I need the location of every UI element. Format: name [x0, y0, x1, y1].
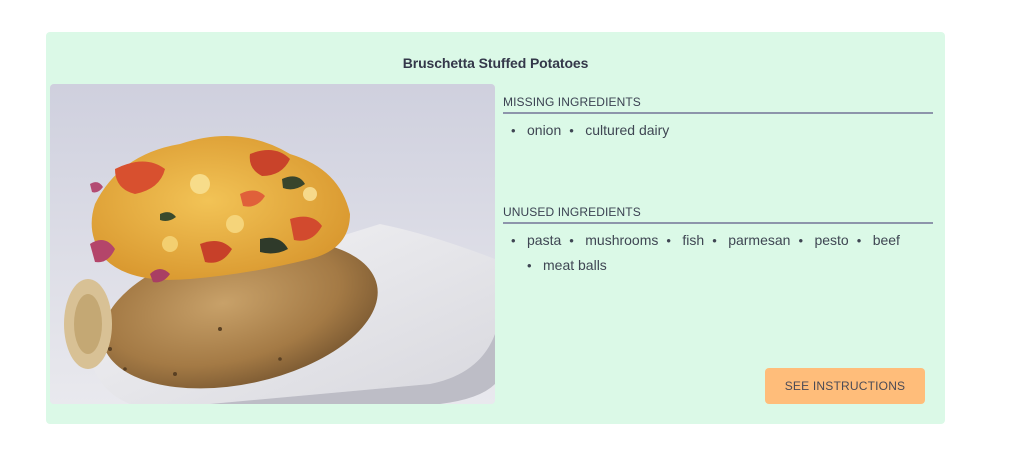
ingredient-name: parmesan — [728, 232, 791, 248]
bullet-icon: • — [511, 233, 516, 248]
ingredient-name: pesto — [814, 232, 849, 248]
ingredient-name: pasta — [527, 232, 562, 248]
bullet-icon: • — [569, 123, 574, 138]
ingredient-name: fish — [682, 232, 705, 248]
bullet-icon: • — [712, 233, 717, 248]
bullet-icon: • — [569, 233, 574, 248]
unused-ingredients-heading: UNUSED INGREDIENTS — [503, 205, 933, 224]
list-item: • meat balls — [527, 253, 607, 278]
recipe-photo — [50, 84, 495, 404]
list-item: • pasta — [511, 228, 561, 253]
list-item: • pesto — [798, 228, 848, 253]
list-item: • onion — [511, 118, 561, 143]
ingredient-name: cultured dairy — [585, 122, 670, 138]
bullet-icon: • — [511, 123, 516, 138]
unused-ingredients-section: UNUSED INGREDIENTS • pasta • mushrooms • fi… — [503, 205, 933, 278]
bullet-icon: • — [798, 233, 804, 248]
missing-ingredients-section: MISSING INGREDIENTS • onion • cultured dai… — [503, 95, 933, 143]
bullet-icon: • — [856, 233, 862, 248]
bullet-icon: • — [666, 233, 671, 248]
ingredient-name: meat balls — [543, 257, 607, 273]
list-item: • parmesan — [712, 228, 790, 253]
list-item: • fish — [666, 228, 704, 253]
unused-ingredients-list: • pasta • mushrooms • fish • parmesan • pesto… — [503, 228, 931, 278]
list-item: • beef — [857, 228, 900, 253]
ingredient-name: onion — [527, 122, 562, 138]
bullet-icon: • — [527, 258, 532, 273]
missing-ingredients-heading: MISSING INGREDIENTS — [503, 95, 933, 114]
stuffed-potato-image — [50, 84, 495, 404]
recipe-title: Bruschetta Stuffed Potatoes — [402, 55, 589, 71]
see-instructions-button[interactable]: SEE INSTRUCTIONS — [765, 368, 925, 404]
list-item: • cultured dairy — [569, 118, 669, 143]
recipe-card: Bruschetta Stuffed Potatoes MISSING INGR… — [46, 32, 945, 424]
ingredient-name: beef — [872, 232, 900, 248]
missing-ingredients-list: • onion • cultured dairy — [503, 118, 931, 143]
ingredient-name: mushrooms — [585, 232, 659, 248]
list-item: • mushrooms — [569, 228, 658, 253]
